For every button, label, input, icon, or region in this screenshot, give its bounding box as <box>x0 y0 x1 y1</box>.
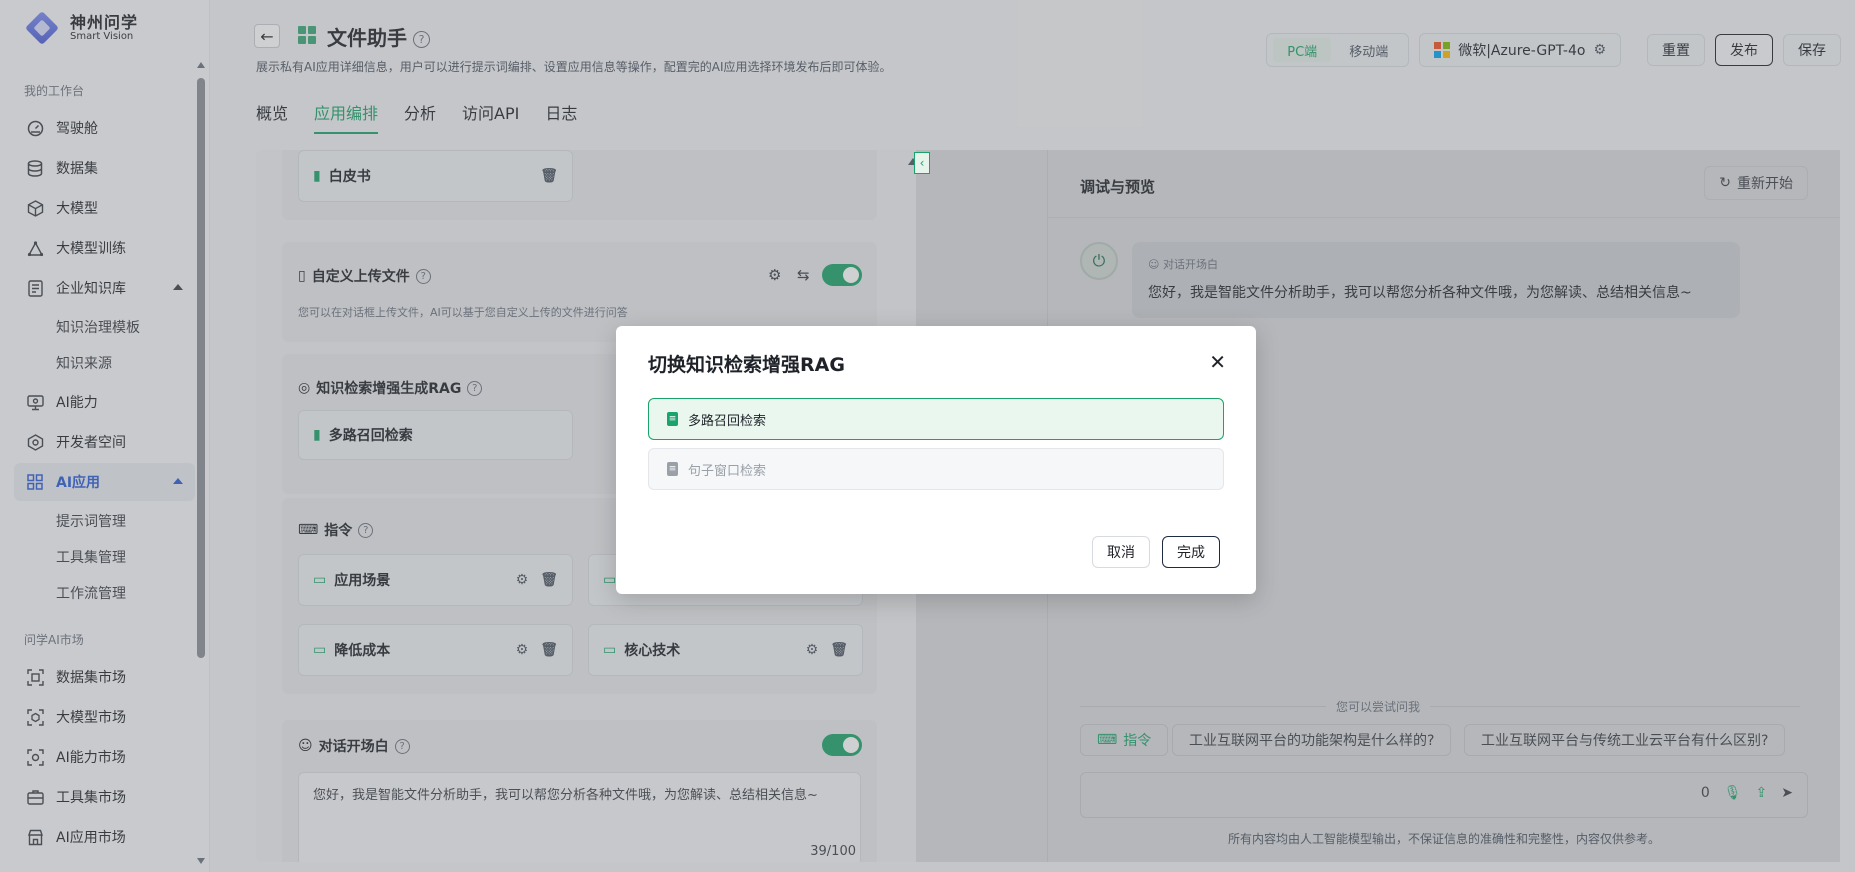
dialog-title: 切换知识检索增强RAG <box>648 354 845 376</box>
document-icon: ≡ <box>667 462 678 476</box>
collapse-panel-button[interactable]: ‹ <box>914 152 930 174</box>
confirm-button[interactable]: 完成 <box>1162 536 1220 568</box>
document-icon: ≡ <box>667 412 678 426</box>
rag-switch-dialog: 切换知识检索增强RAG ✕ ≡ 多路召回检索 ≡ 句子窗口检索 取消 完成 <box>616 326 1256 594</box>
option-label: 句子窗口检索 <box>688 463 767 479</box>
chevron-left-icon: ‹ <box>919 156 925 170</box>
rag-option-sentence-window[interactable]: ≡ 句子窗口检索 <box>648 448 1224 490</box>
rag-option-multi-recall[interactable]: ≡ 多路召回检索 <box>648 398 1224 440</box>
option-label: 多路召回检索 <box>688 413 767 429</box>
close-icon[interactable]: ✕ <box>1209 352 1226 372</box>
cancel-button[interactable]: 取消 <box>1092 536 1150 568</box>
